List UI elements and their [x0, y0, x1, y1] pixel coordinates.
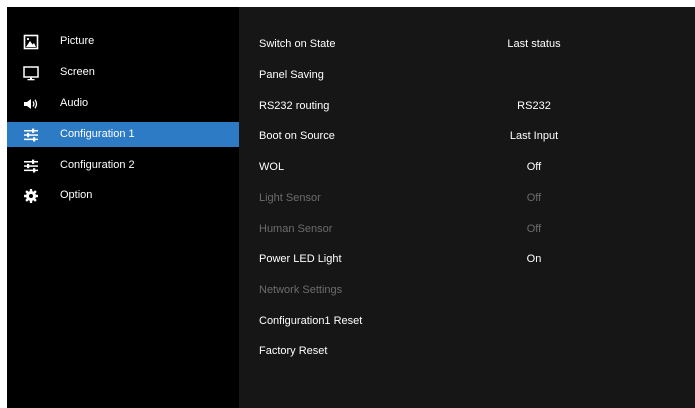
sidebar-item-audio[interactable]: Audio: [7, 91, 239, 116]
setting-value: On: [526, 253, 542, 265]
setting-value: Last Input: [509, 130, 559, 142]
sidebar-item-label: Screen: [60, 66, 95, 78]
setting-value: RS232: [517, 100, 551, 112]
setting-label: WOL: [259, 161, 285, 173]
setting-label: Network Settings: [259, 284, 343, 296]
setting-label: Switch on State: [259, 38, 336, 50]
setting-label: Configuration1 Reset: [259, 315, 363, 327]
setting-row-power-led-light[interactable]: Power LED Light On: [239, 248, 695, 272]
setting-row-wol[interactable]: WOL Off: [239, 156, 695, 180]
sidebar: Picture Screen Audio Configuration 1 Con…: [7, 7, 239, 408]
sidebar-item-label: Picture: [60, 35, 95, 47]
sidebar-item-screen[interactable]: Screen: [7, 60, 239, 85]
setting-value: Off: [526, 192, 542, 204]
sidebar-item-option[interactable]: Option: [7, 183, 239, 208]
setting-value: Last status: [507, 38, 561, 50]
sidebar-item-label: Configuration 1: [60, 128, 135, 140]
setting-row-rs232-routing[interactable]: RS232 routing RS232: [239, 95, 695, 119]
setting-row-configuration1-reset[interactable]: Configuration1 Reset: [239, 310, 695, 334]
setting-label: Factory Reset: [259, 345, 328, 357]
setting-label: Human Sensor: [259, 223, 333, 235]
setting-label: RS232 routing: [259, 100, 330, 112]
setting-row-factory-reset[interactable]: Factory Reset: [239, 340, 695, 364]
sidebar-item-configuration-2[interactable]: Configuration 2: [7, 153, 239, 178]
picture-icon: [23, 34, 39, 50]
sidebar-item-picture[interactable]: Picture: [7, 29, 239, 54]
setting-value: Off: [526, 161, 542, 173]
sidebar-item-label: Configuration 2: [60, 159, 135, 171]
speaker-icon: [24, 99, 38, 109]
setting-row-human-sensor: Human Sensor Off: [239, 218, 695, 242]
setting-row-boot-on-source[interactable]: Boot on Source Last Input: [239, 125, 695, 149]
setting-row-panel-saving[interactable]: Panel Saving: [239, 64, 695, 88]
setting-value: Off: [526, 223, 542, 235]
setting-label: Light Sensor: [259, 192, 321, 204]
setting-label: Power LED Light: [259, 253, 342, 265]
setting-row-switch-on-state[interactable]: Switch on State Last status: [239, 33, 695, 57]
sidebar-item-label: Audio: [60, 97, 89, 109]
sliders-icon: [24, 128, 38, 142]
setting-label: Boot on Source: [259, 130, 335, 142]
sliders-icon: [24, 159, 38, 173]
gear-icon: [24, 189, 38, 203]
sidebar-item-label: Option: [60, 189, 93, 201]
monitor-icon: [23, 66, 39, 81]
sidebar-item-configuration-1[interactable]: Configuration 1: [7, 122, 239, 147]
osd-menu: Picture Screen Audio Configuration 1 Con…: [7, 7, 695, 408]
settings-panel: Switch on State Last status Panel Saving…: [239, 7, 695, 408]
setting-row-light-sensor: Light Sensor Off: [239, 187, 695, 211]
setting-label: Panel Saving: [259, 69, 324, 81]
setting-row-network-settings: Network Settings: [239, 279, 695, 303]
